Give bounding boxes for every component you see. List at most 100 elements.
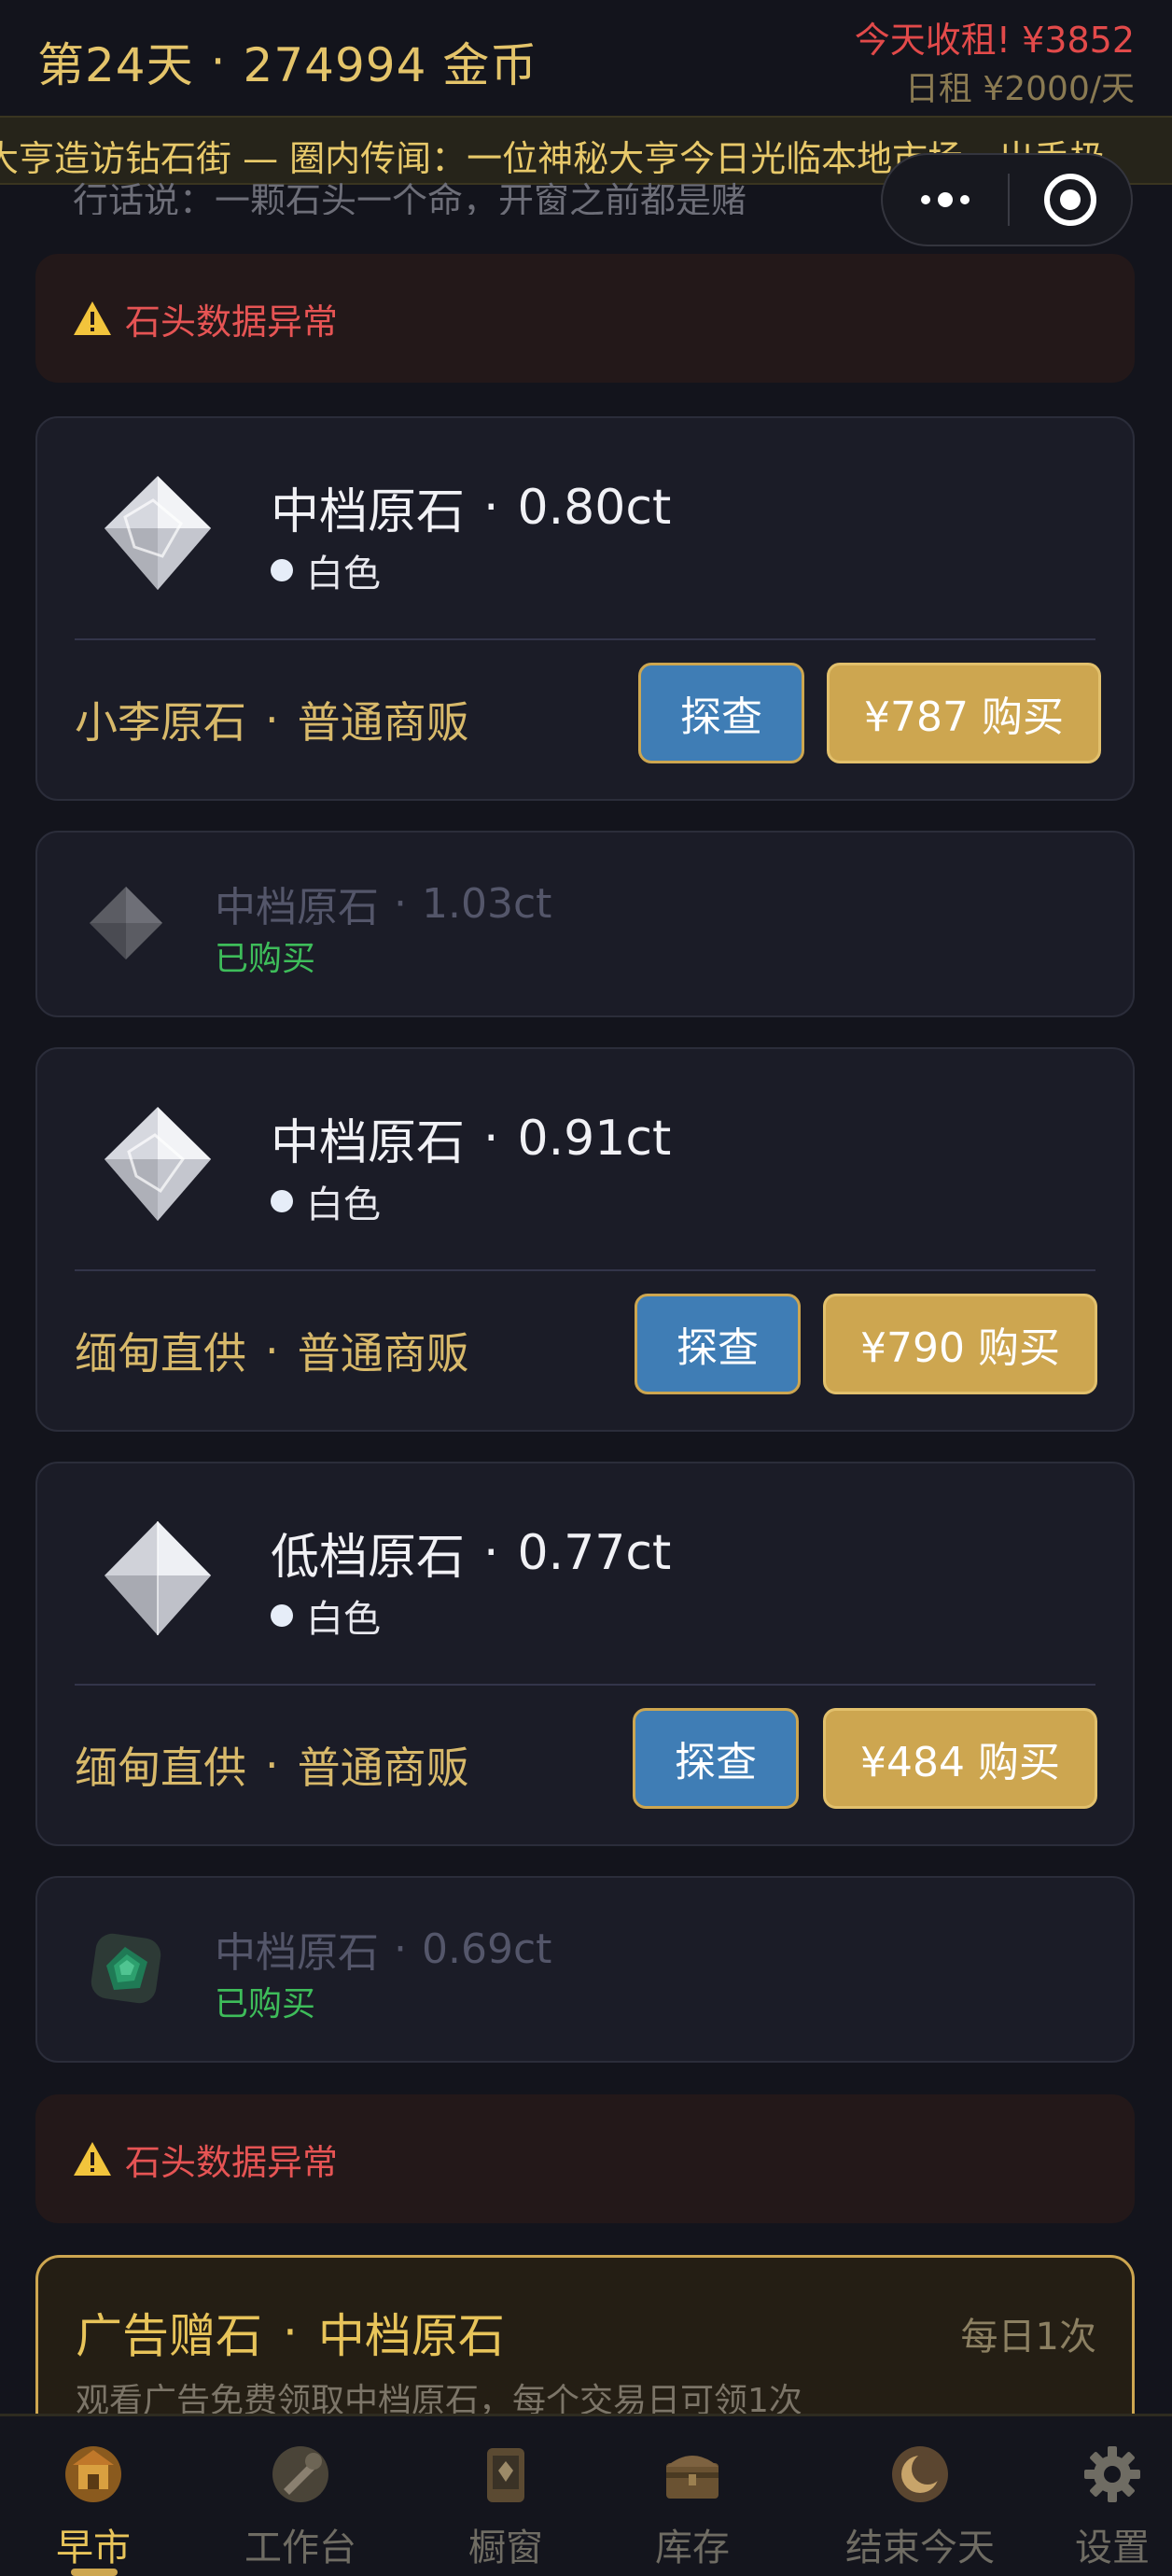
separator: ·	[265, 694, 279, 745]
stone-color: 白色	[271, 1174, 381, 1228]
stone-card: 中档原石 · 0.91ct 白色 缅甸直供 · 普通商贩 探查 ¥790 购买	[35, 1047, 1135, 1432]
stone-title: 中档原石 · 0.69ct	[215, 1919, 551, 1979]
seller-info: 缅甸直供 · 普通商贩	[75, 1734, 469, 1796]
stone-carat: 0.91ct	[517, 1110, 672, 1167]
gear-icon	[1084, 2446, 1140, 2502]
divider	[75, 1269, 1095, 1271]
stone-grade: 低档原石	[271, 1530, 466, 1586]
stone-title: 中档原石 · 0.80ct	[271, 472, 671, 542]
separator: ·	[265, 1325, 279, 1376]
warning-icon	[73, 2140, 112, 2177]
day-coins: 第24天 · 274994 金币	[37, 28, 537, 95]
separator: ·	[283, 2305, 298, 2359]
stone-title: 低档原石 · 0.77ct	[271, 1518, 671, 1588]
white-rough-stone-icon	[105, 476, 211, 590]
seller-name: 缅甸直供	[75, 1743, 246, 1793]
inventory-chest-icon	[666, 2456, 719, 2499]
stone-grade: 中档原石	[215, 1929, 379, 1977]
green-stone-icon	[91, 1933, 161, 2004]
stone-carat: 0.69ct	[422, 1925, 552, 1973]
separator: ·	[394, 1925, 407, 1973]
gray-rough-stone-icon	[90, 887, 162, 959]
tab-settings[interactable]: 设置	[1073, 2416, 1151, 2576]
bought-status: 已购买	[215, 1985, 316, 2023]
separator: ·	[210, 35, 227, 89]
stone-title: 中档原石 · 1.03ct	[215, 874, 551, 933]
stone-color: 白色	[271, 1589, 381, 1643]
color-dot-icon	[271, 1190, 293, 1212]
separator: ·	[483, 479, 499, 536]
stone-carat: 0.80ct	[517, 479, 672, 536]
data-error-alert: 石头数据异常	[35, 254, 1135, 383]
tab-label: 库存	[655, 2527, 730, 2569]
tab-workbench[interactable]: 工作台	[233, 2416, 368, 2576]
stone-carat: 1.03ct	[422, 879, 552, 928]
rent-due-alert: 今天收租! ¥3852	[854, 20, 1135, 61]
stone-grade: 中档原石	[215, 884, 379, 931]
scout-button[interactable]: 探查	[638, 663, 804, 763]
scout-button[interactable]: 探查	[633, 1708, 799, 1809]
seller-type: 普通商贩	[297, 697, 469, 748]
tab-label: 橱窗	[468, 2527, 543, 2569]
stone-title: 中档原石 · 0.91ct	[271, 1103, 671, 1173]
stone-color-label: 白色	[306, 553, 381, 595]
stone-carat: 0.77ct	[517, 1524, 672, 1581]
moon-end-day-icon	[892, 2446, 948, 2502]
stone-card: 低档原石 · 0.77ct 白色 缅甸直供 · 普通商贩 探查 ¥484 购买	[35, 1462, 1135, 1846]
coins-label: 274994 金币	[243, 38, 538, 92]
tab-market[interactable]: 早市	[37, 2416, 149, 2576]
ad-grade: 中档原石	[317, 2309, 505, 2363]
bottom-tab-bar: 早市 工作台 橱窗 库存 结束今天 设置	[0, 2414, 1172, 2576]
white-rough-stone-icon	[105, 1521, 211, 1635]
seller-name: 缅甸直供	[75, 1328, 246, 1379]
separator: ·	[394, 879, 407, 928]
ad-title: 广告赠石 · 中档原石	[76, 2299, 505, 2366]
ad-limit: 每日1次	[960, 2316, 1096, 2359]
seller-info: 小李原石 · 普通商贩	[75, 689, 469, 750]
tab-inventory[interactable]: 库存	[644, 2416, 741, 2576]
active-tab-indicator	[71, 2569, 118, 2576]
divider	[75, 1684, 1095, 1686]
day-label: 第24天	[37, 38, 194, 92]
showcase-icon	[487, 2448, 524, 2502]
color-dot-icon	[271, 1604, 293, 1627]
buy-button[interactable]: ¥484 购买	[823, 1708, 1097, 1809]
tab-showcase[interactable]: 橱窗	[457, 2416, 554, 2576]
buy-button[interactable]: ¥790 购买	[823, 1294, 1097, 1394]
seller-name: 小李原石	[75, 697, 246, 748]
seller-type: 普通商贩	[297, 1743, 469, 1793]
top-header: 第24天 · 274994 金币 今天收租! ¥3852 日租 ¥2000/天	[0, 0, 1172, 116]
separator: ·	[265, 1740, 279, 1790]
close-miniprogram-icon[interactable]	[1010, 174, 1131, 226]
divider	[75, 638, 1095, 640]
seller-type: 普通商贩	[297, 1328, 469, 1379]
scout-button[interactable]: 探查	[635, 1294, 801, 1394]
stone-card: 中档原石 · 0.80ct 白色 小李原石 · 普通商贩 探查 ¥787 购买	[35, 416, 1135, 801]
ad-prefix: 广告赠石	[76, 2309, 262, 2363]
stone-grade: 中档原石	[271, 484, 466, 540]
seller-info: 缅甸直供 · 普通商贩	[75, 1320, 469, 1381]
stone-color-label: 白色	[306, 1183, 381, 1226]
alert-text: 石头数据异常	[125, 301, 339, 343]
stone-card-bought: 中档原石 · 0.69ct 已购买	[35, 1876, 1135, 2063]
stone-color: 白色	[271, 543, 381, 597]
color-dot-icon	[271, 559, 293, 581]
buy-button[interactable]: ¥787 购买	[827, 663, 1101, 763]
ticker-subtext: 行话说：一颗石头一个命，开窗之前都是赌	[73, 180, 747, 215]
market-icon	[65, 2446, 121, 2502]
warning-icon	[73, 300, 112, 337]
more-icon[interactable]	[883, 155, 1008, 245]
stone-color-label: 白色	[306, 1598, 381, 1641]
tab-label: 工作台	[244, 2527, 356, 2569]
alert-text: 石头数据异常	[125, 2141, 339, 2183]
stone-card-bought: 中档原石 · 1.03ct 已购买	[35, 831, 1135, 1017]
bought-status: 已购买	[215, 940, 316, 978]
rent-daily: 日租 ¥2000/天	[904, 70, 1135, 108]
separator: ·	[483, 1524, 499, 1581]
white-rough-stone-icon	[105, 1107, 211, 1221]
separator: ·	[483, 1110, 499, 1167]
data-error-alert: 石头数据异常	[35, 2094, 1135, 2223]
workbench-icon	[272, 2446, 328, 2502]
tab-end-day[interactable]: 结束今天	[838, 2416, 1002, 2576]
stone-grade: 中档原石	[271, 1115, 466, 1171]
